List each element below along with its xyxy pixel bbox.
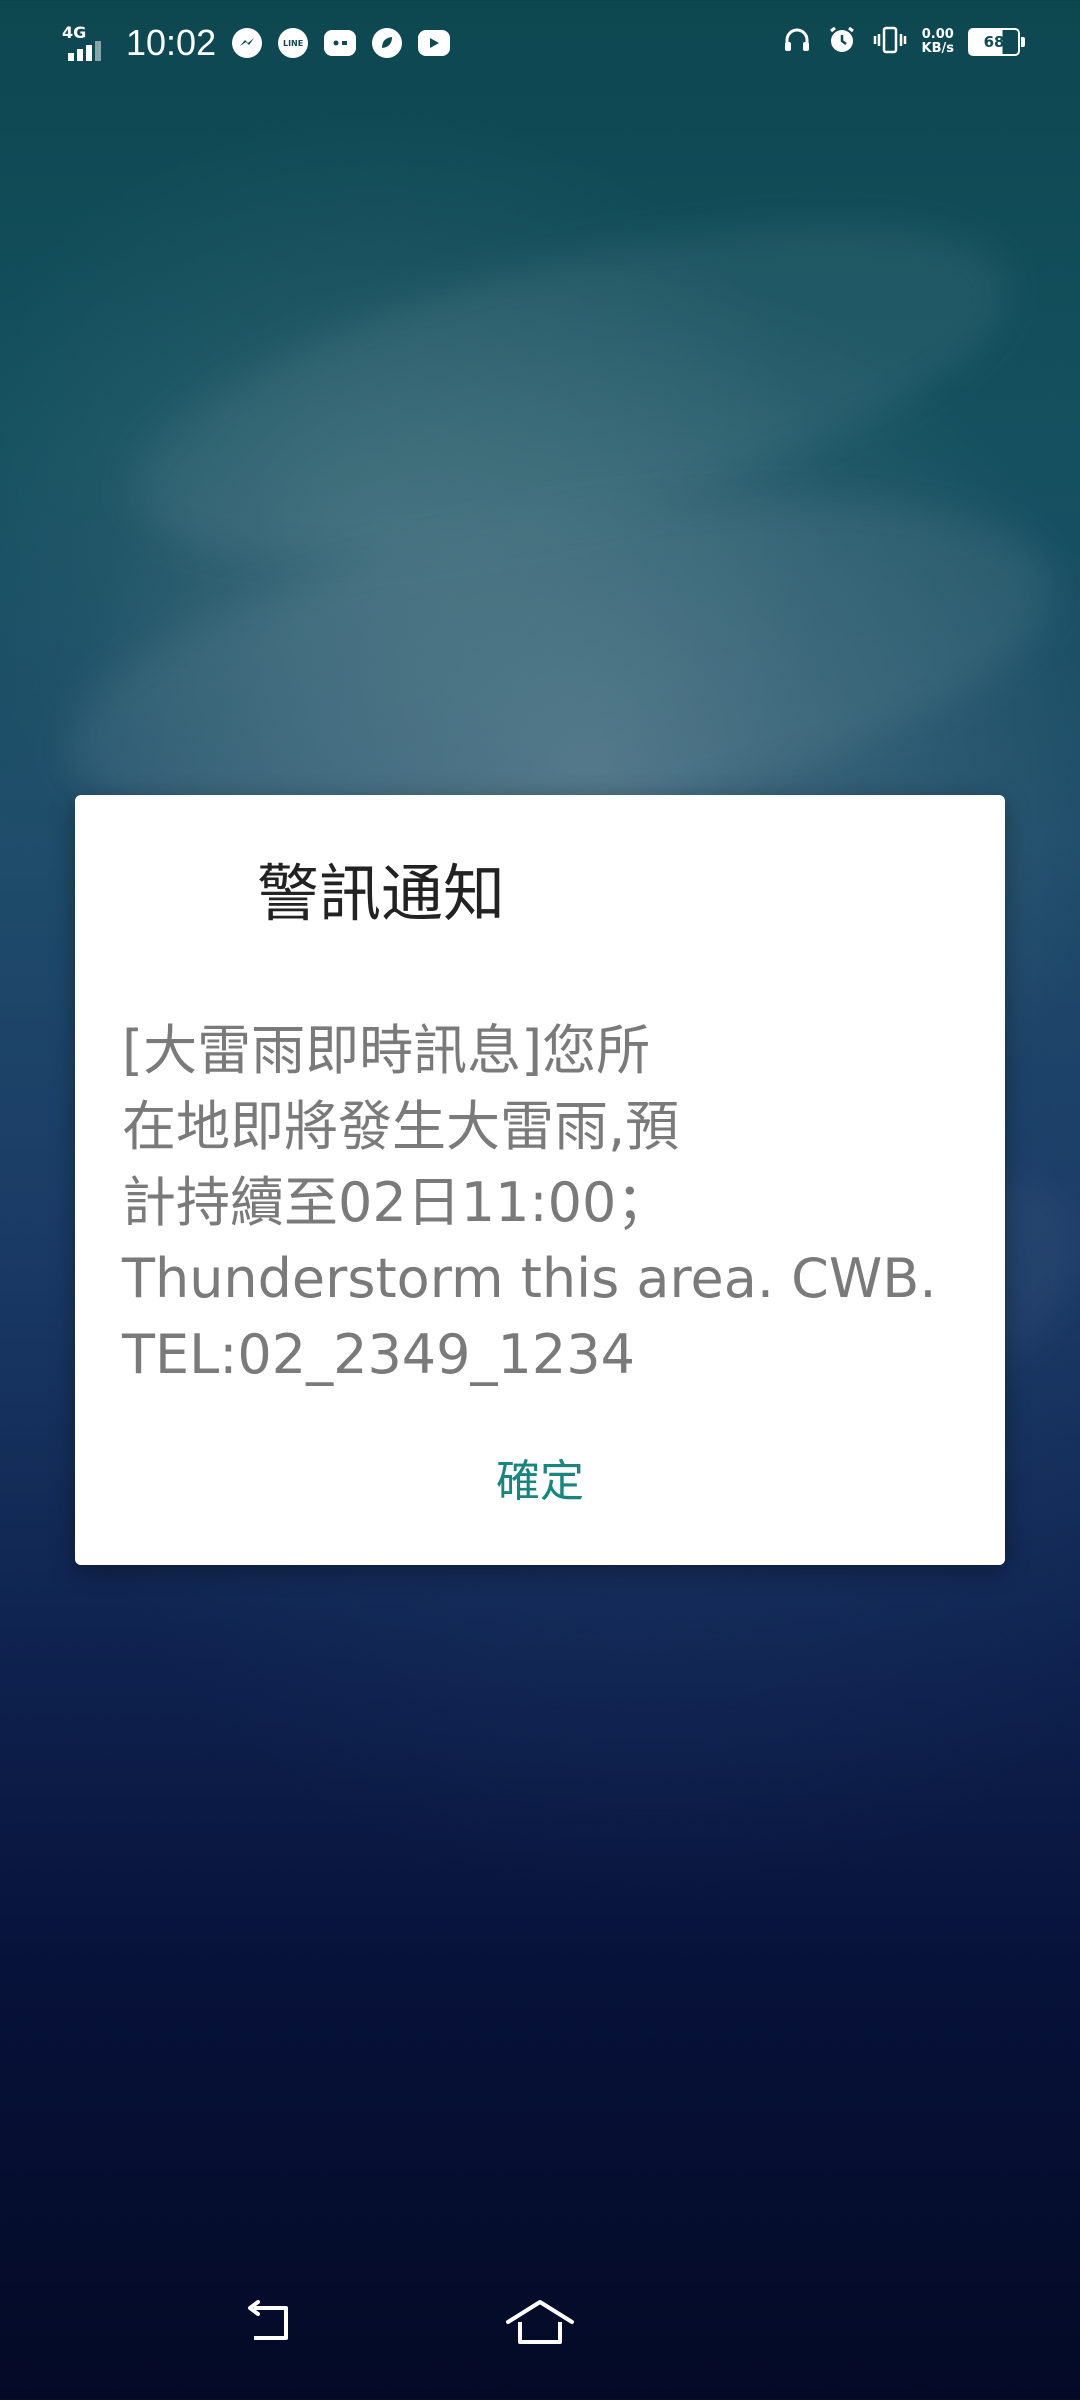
home-button[interactable] <box>490 2280 590 2370</box>
messenger-icon <box>232 28 263 58</box>
battery-icon: 68 <box>968 28 1025 56</box>
game-icon <box>324 30 357 56</box>
battery-level: 68 <box>983 33 1005 51</box>
network-type: 4G <box>62 23 87 42</box>
network-speed: 0.00 KB/s <box>922 28 954 56</box>
headphones-icon <box>782 25 812 59</box>
dialog-message: [大雷雨即時訊息]您所 在地即將發生大雷雨,預 計持續至02日11:00； Th… <box>122 1019 937 1386</box>
back-icon <box>240 2300 296 2350</box>
line-icon: LINE <box>278 28 309 58</box>
cellular-signal-icon: 4G <box>62 23 110 63</box>
back-button[interactable] <box>218 2280 318 2370</box>
status-bar: 4G 10:02 LINE 0.00 KB/s 68 <box>0 0 1080 90</box>
navigation-bar <box>0 2260 1080 2400</box>
alarm-icon <box>826 24 858 60</box>
leaf-icon <box>372 28 403 58</box>
network-speed-value: 0.00 <box>921 27 954 42</box>
home-icon <box>504 2298 576 2352</box>
status-time: 10:02 <box>126 22 217 63</box>
status-bar-right: 0.00 KB/s 68 <box>782 24 1025 60</box>
vibrate-icon <box>872 24 908 60</box>
alert-dialog: 警訊通知 [大雷雨即時訊息]您所 在地即將發生大雷雨,預 計持續至02日11:0… <box>75 795 1005 1565</box>
status-bar-left: 4G 10:02 LINE <box>62 22 451 64</box>
confirm-button[interactable]: 確定 <box>75 1445 1005 1509</box>
youtube-icon <box>418 30 451 56</box>
network-speed-unit: KB/s <box>921 41 954 56</box>
dialog-title: 警訊通知 <box>257 857 506 930</box>
